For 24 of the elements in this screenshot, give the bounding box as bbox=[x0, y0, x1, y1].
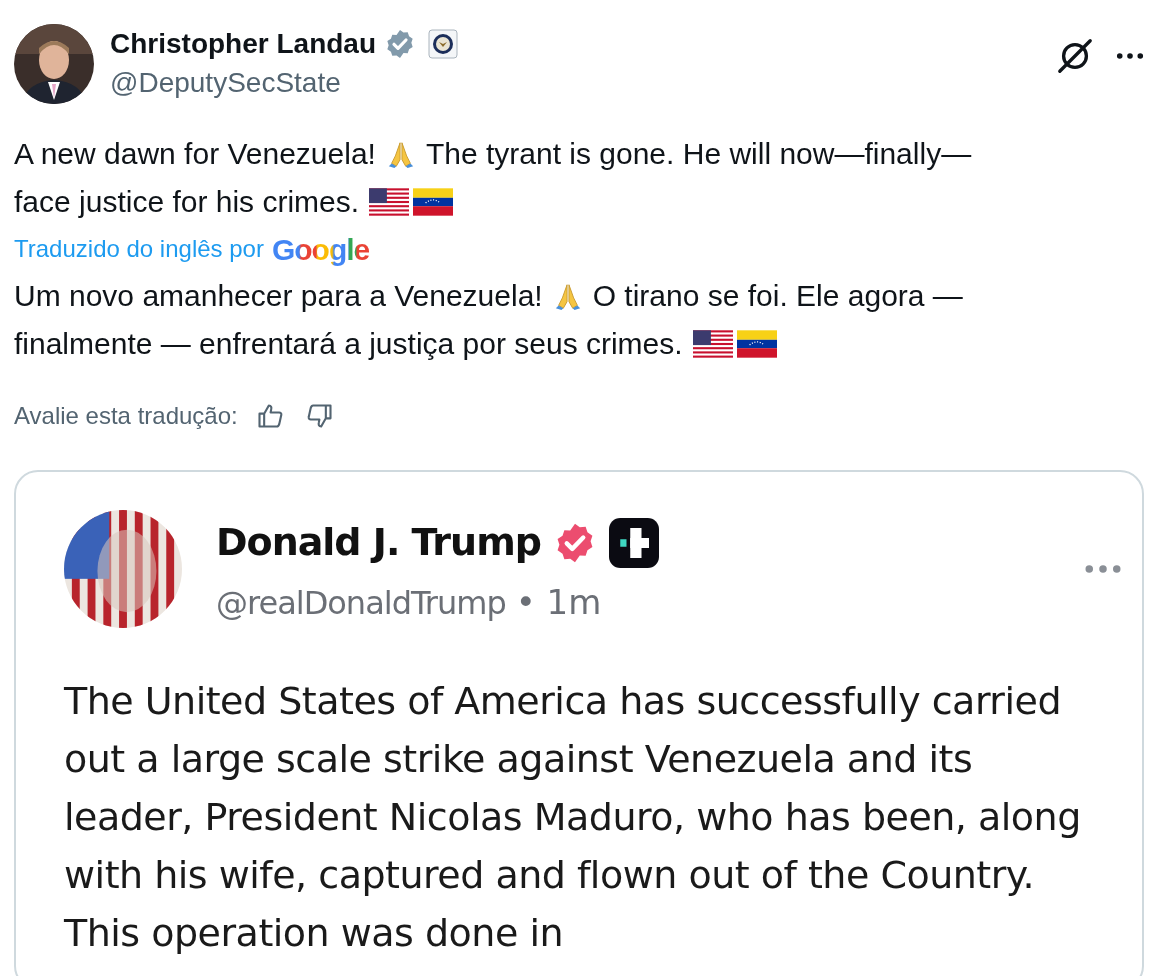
seal-icon bbox=[428, 29, 458, 59]
author-handle[interactable]: @DeputySecState bbox=[110, 64, 458, 102]
thumbs-up-icon[interactable] bbox=[255, 402, 284, 430]
plus-logo-icon bbox=[608, 517, 659, 568]
more-icon bbox=[1084, 564, 1122, 574]
post-text: face justice for his crimes. bbox=[14, 184, 360, 220]
flag-icon bbox=[369, 188, 410, 216]
translated-text: finalmente — enfrentará a justiça por seus crimes. bbox=[14, 326, 683, 362]
flag-icon bbox=[736, 330, 777, 358]
flag-icon bbox=[692, 330, 733, 358]
post-text: The United States of America has successfully carried out a large scale strike against Venezuela and its leader, President Nicolas Maduro, who has been, along with his wife, captured and flown out of the Country. This operation was done in bbox=[64, 678, 1082, 957]
rate-translation-label: Avalie esta tradução: bbox=[14, 401, 238, 431]
flag-icon bbox=[413, 188, 454, 216]
post-text: The tyrant is gone. He will now—finally— bbox=[425, 136, 972, 172]
author-handle: @realDonaldTrump bbox=[216, 582, 506, 624]
slashed-circle-icon[interactable] bbox=[1056, 38, 1094, 74]
post-time: • 1m bbox=[515, 581, 602, 624]
translated-text: O tirano se foi. Ele agora — bbox=[592, 278, 963, 314]
author-name: Donald J. Trump bbox=[216, 519, 541, 566]
more-icon[interactable] bbox=[1116, 52, 1144, 60]
thumbs-down-icon[interactable] bbox=[305, 402, 334, 430]
post-text: A new dawn for Venezuela! bbox=[14, 136, 376, 172]
translated-text: Um novo amanhecer para a Venezuela! bbox=[14, 278, 543, 314]
author-name[interactable]: Christopher Landau bbox=[110, 23, 376, 65]
